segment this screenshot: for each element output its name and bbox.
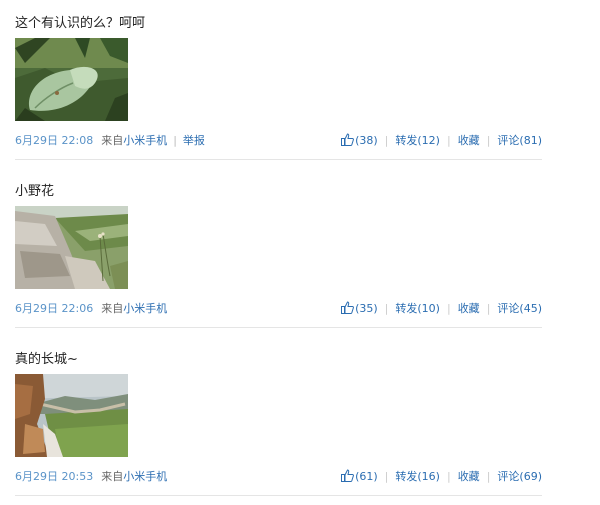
like-count: (61): [355, 470, 378, 483]
post-item: 小野花 6月29日 22:06 来自小米手机 (35) | 转发(10) | 收…: [0, 168, 600, 336]
post-source-label: 来自: [101, 134, 124, 147]
post-divider: [15, 327, 542, 328]
comment-button[interactable]: 评论(45): [497, 301, 542, 317]
thumbs-up-icon: [341, 133, 354, 146]
post-meta: 6月29日 22:08 来自小米手机 | 举报: [15, 133, 205, 149]
thumbs-up-icon: [341, 301, 354, 314]
repost-button[interactable]: 转发(10): [395, 301, 440, 317]
post-time-link[interactable]: 6月29日 22:06: [15, 302, 93, 315]
thumbs-up-icon: [341, 469, 354, 482]
post-actions: (38) | 转发(12) | 收藏 | 评论(81): [341, 133, 542, 149]
post-actions: (61) | 转发(16) | 收藏 | 评论(69): [341, 469, 542, 485]
weibo-feed: 这个有认识的么？呵呵 6月29日 22:08 来自小米手机 | 举报 (38) …: [0, 0, 600, 505]
like-button[interactable]: (35): [341, 301, 378, 317]
action-separator: |: [446, 134, 451, 147]
action-separator: |: [384, 134, 389, 147]
report-link[interactable]: 举报: [183, 134, 205, 147]
favorite-button[interactable]: 收藏: [458, 133, 480, 149]
post-meta: 6月29日 22:06 来自小米手机: [15, 301, 167, 317]
like-button[interactable]: (38): [341, 133, 378, 149]
post-image-thumbnail[interactable]: [15, 38, 128, 121]
action-separator: |: [384, 302, 389, 315]
comment-button[interactable]: 评论(69): [497, 469, 542, 485]
post-text: 小野花: [15, 184, 55, 199]
action-separator: |: [486, 470, 491, 483]
action-separator: |: [486, 134, 491, 147]
post-text: 这个有认识的么？呵呵: [15, 16, 146, 31]
post-time-link[interactable]: 6月29日 22:08: [15, 134, 93, 147]
meta-separator: |: [173, 134, 177, 147]
post-text: 真的长城~: [15, 352, 78, 367]
comment-button[interactable]: 评论(81): [497, 133, 542, 149]
repost-button[interactable]: 转发(16): [395, 469, 440, 485]
post-actions: (35) | 转发(10) | 收藏 | 评论(45): [341, 301, 542, 317]
repost-button[interactable]: 转发(12): [395, 133, 440, 149]
favorite-button[interactable]: 收藏: [458, 301, 480, 317]
post-time-link[interactable]: 6月29日 20:53: [15, 470, 93, 483]
post-image-thumbnail[interactable]: [15, 206, 128, 289]
great-wall-photo-icon: [15, 374, 128, 457]
like-button[interactable]: (61): [341, 469, 378, 485]
wildflower-on-wall-photo-icon: [15, 206, 128, 289]
post-source-app-link[interactable]: 小米手机: [123, 134, 167, 147]
post-image-thumbnail[interactable]: [15, 374, 128, 457]
post-item: 这个有认识的么？呵呵 6月29日 22:08 来自小米手机 | 举报 (38) …: [0, 0, 600, 168]
post-source-label: 来自: [101, 302, 124, 315]
action-separator: |: [384, 470, 389, 483]
like-count: (38): [355, 134, 378, 147]
post-divider: [15, 495, 542, 496]
action-separator: |: [446, 302, 451, 315]
action-separator: |: [446, 470, 451, 483]
post-divider: [15, 159, 542, 160]
post-source-app-link[interactable]: 小米手机: [123, 302, 167, 315]
like-count: (35): [355, 302, 378, 315]
luna-moth-photo-icon: [15, 38, 128, 121]
post-source-app-link[interactable]: 小米手机: [123, 470, 167, 483]
favorite-button[interactable]: 收藏: [458, 469, 480, 485]
action-separator: |: [486, 302, 491, 315]
post-meta: 6月29日 20:53 来自小米手机: [15, 469, 167, 485]
post-source-label: 来自: [101, 470, 124, 483]
post-item: 真的长城~ 6月29日 20:53 来自小米手机 (61) | 转发(16) |…: [0, 336, 600, 504]
